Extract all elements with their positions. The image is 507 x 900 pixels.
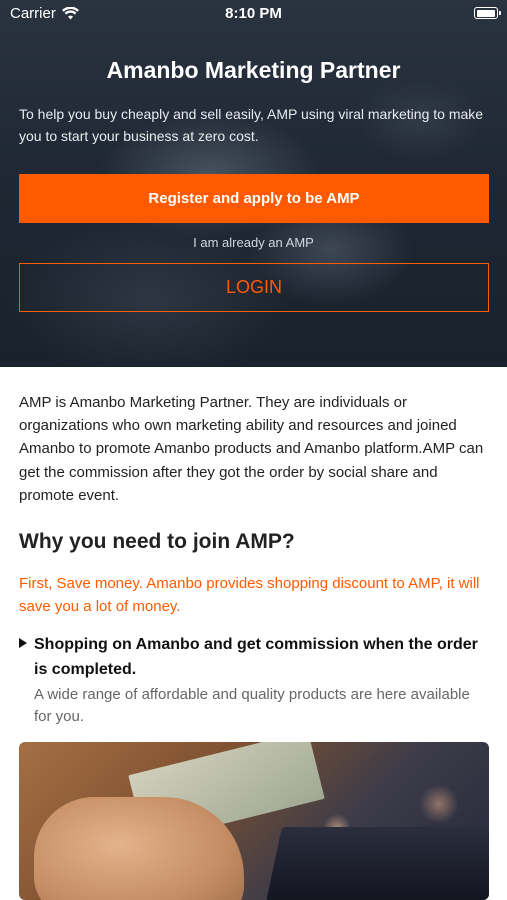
status-time: 8:10 PM — [225, 5, 282, 22]
login-button[interactable]: LOGIN — [19, 263, 489, 312]
image-laptop — [266, 827, 489, 900]
battery-icon — [474, 7, 501, 19]
bullet-description: A wide range of affordable and quality p… — [34, 686, 470, 725]
content-section: AMP is Amanbo Marketing Partner. They ar… — [0, 367, 507, 727]
page-title: Amanbo Marketing Partner — [106, 57, 401, 83]
bullet-title-text: Shopping on Amanbo and get commission wh… — [34, 636, 478, 679]
hero-banner: Carrier 8:10 PM Amanbo Marketing Partner… — [0, 0, 507, 367]
bullet-title: Shopping on Amanbo and get commission wh… — [19, 618, 488, 682]
triangle-right-icon — [19, 638, 27, 649]
section-heading: Why you need to join AMP? — [19, 530, 295, 554]
intro-paragraph: AMP is Amanbo Marketing Partner. They ar… — [19, 394, 484, 504]
already-amp-text: I am already an AMP — [193, 235, 314, 250]
image-hand — [34, 797, 244, 900]
status-bar: Carrier 8:10 PM — [0, 0, 507, 28]
promo-image — [19, 742, 489, 900]
hero-description: To help you buy cheaply and sell easily,… — [19, 106, 484, 144]
battery-level-fill — [476, 9, 495, 17]
benefit-text: First, Save money. Amanbo provides shopp… — [19, 575, 480, 616]
register-button[interactable]: Register and apply to be AMP — [19, 174, 489, 223]
